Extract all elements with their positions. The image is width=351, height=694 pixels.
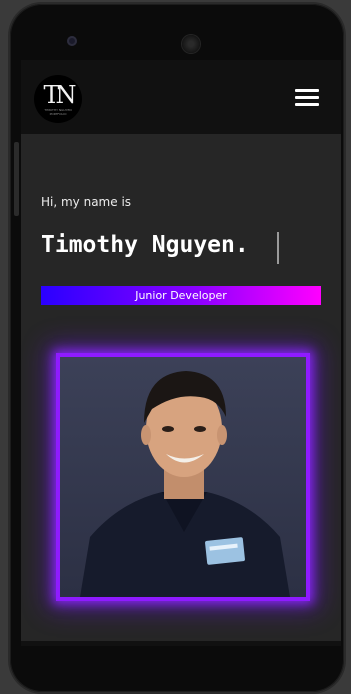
front-camera-icon	[67, 36, 77, 46]
portrait-photo	[60, 357, 306, 597]
hamburger-menu-icon[interactable]	[293, 86, 321, 108]
logo-letters: TN	[43, 81, 76, 109]
navbar: TN TIMOTHY NGUYEN PORTFOLIO	[21, 60, 341, 134]
logo-subtitle: TIMOTHY NGUYEN PORTFOLIO	[44, 108, 72, 116]
screen: TN TIMOTHY NGUYEN PORTFOLIO Hi, my name …	[21, 60, 341, 641]
bottom-bezel	[21, 641, 341, 646]
profile-photo	[56, 353, 310, 601]
role-banner: Junior Developer	[41, 286, 321, 305]
speaker-grille	[182, 35, 200, 53]
greeting-text: Hi, my name is	[41, 195, 132, 209]
site-logo[interactable]: TN TIMOTHY NGUYEN PORTFOLIO	[34, 75, 82, 123]
typing-cursor	[277, 232, 279, 264]
hero-name: Timothy Nguyen.	[41, 232, 249, 258]
phone-side-button	[14, 142, 19, 216]
